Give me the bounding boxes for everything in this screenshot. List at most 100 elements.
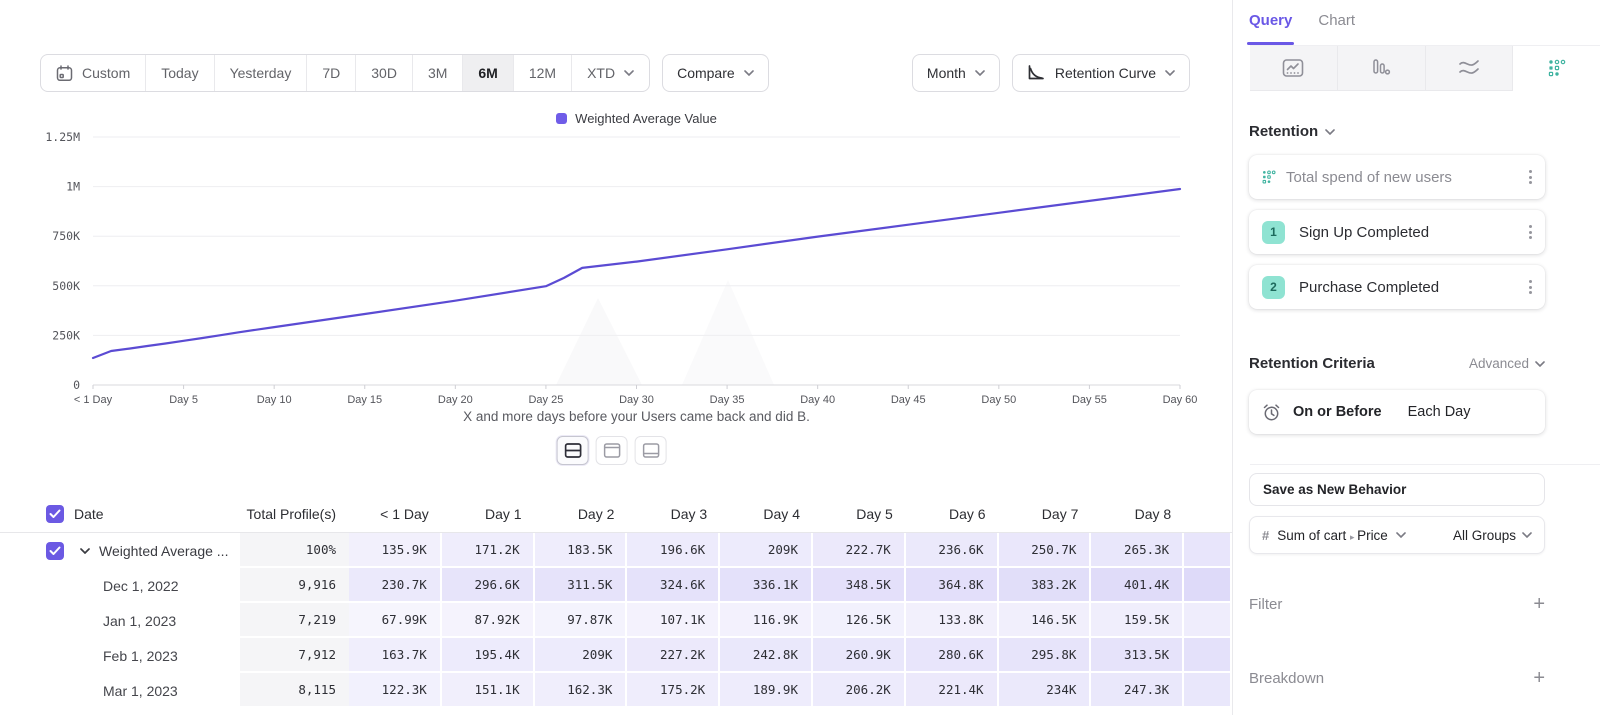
y-axis-tick-label: 1.25M — [45, 130, 80, 144]
date-range-today[interactable]: Today — [146, 55, 214, 91]
total-profiles-cell: 9,916 — [240, 568, 349, 603]
kebab-menu-icon[interactable] — [1529, 170, 1532, 184]
add-breakdown-icon[interactable]: + — [1533, 668, 1545, 688]
y-axis-tick-label: 750K — [52, 229, 80, 243]
table-row[interactable]: Jan 1, 20237,21967.99K87.92K97.87K107.1K… — [0, 603, 1232, 638]
criteria-value-label: Each Day — [1408, 404, 1471, 420]
row-label: Jan 1, 2023 — [103, 613, 176, 629]
value-cell-day-8: 159.5K — [1091, 603, 1184, 638]
measure-property-dropdown[interactable]: Sum of cart ▸ Price — [1277, 528, 1388, 543]
date-range-custom[interactable]: Custom — [41, 55, 146, 91]
date-range-7d[interactable]: 7D — [307, 55, 356, 91]
chart-type-button[interactable]: Retention Curve — [1012, 54, 1190, 92]
value-cell-day-8: 265.3K — [1091, 533, 1184, 568]
breakdown-section: Breakdown + — [1249, 668, 1545, 688]
table-row[interactable]: Mar 1, 20238,115122.3K151.1K162.3K175.2K… — [0, 673, 1232, 708]
date-range-label: 3M — [428, 65, 447, 81]
row-label-cell: Weighted Average ... — [72, 533, 240, 568]
value-cell-day-8: 401.4K — [1091, 568, 1184, 603]
step-number-badge: 2 — [1262, 276, 1285, 299]
all-groups-dropdown[interactable]: All Groups — [1453, 528, 1532, 543]
insights-report-icon[interactable] — [1250, 46, 1338, 91]
measurement-property-row: # Sum of cart ▸ Price All Groups — [1249, 516, 1545, 554]
panel-divider — [1250, 464, 1600, 465]
column-header-day-7: Day 7 — [999, 496, 1092, 532]
chevron-down-icon — [744, 70, 754, 76]
panel-content: Retention Total spend of new users 1 Sig… — [1233, 123, 1600, 688]
chevron-down-icon[interactable] — [80, 548, 90, 554]
value-cell-cutoff — [1184, 638, 1232, 673]
chart-legend-item[interactable]: Weighted Average Value — [93, 111, 1180, 126]
value-cell-day-6: 133.8K — [906, 603, 999, 638]
value-cell-day-4: 189.9K — [720, 673, 813, 708]
watermark-triangle — [556, 298, 642, 385]
x-axis-tick-label: Day 60 — [1163, 394, 1198, 406]
filter-label: Filter — [1249, 596, 1533, 613]
kebab-menu-icon[interactable] — [1529, 280, 1532, 294]
value-cell-day-7: 146.5K — [999, 603, 1092, 638]
value-cell-day-2: 162.3K — [535, 673, 628, 708]
date-range-xtd[interactable]: XTD — [572, 55, 649, 91]
funnels-report-icon[interactable] — [1338, 46, 1426, 91]
table-row[interactable]: Weighted Average ...100%135.9K171.2K183.… — [0, 533, 1232, 568]
add-filter-icon[interactable]: + — [1533, 594, 1545, 614]
x-axis-tick-label: Day 25 — [528, 394, 563, 406]
flows-report-icon[interactable] — [1426, 46, 1514, 91]
x-axis-tick-label: Day 35 — [710, 394, 745, 406]
chart-type-label: Retention Curve — [1055, 65, 1156, 81]
view-toggle-table-only-icon[interactable] — [635, 436, 667, 465]
value-cell-day-3: 324.6K — [627, 568, 720, 603]
criteria-condition-label: On or Before — [1293, 404, 1382, 420]
table-row[interactable]: Feb 1, 20237,912163.7K195.4K209K227.2K24… — [0, 638, 1232, 673]
tab-chart[interactable]: Chart — [1318, 12, 1355, 45]
date-range-6m[interactable]: 6M — [463, 55, 513, 91]
date-range-3m[interactable]: 3M — [413, 55, 463, 91]
date-range-12m[interactable]: 12M — [514, 55, 572, 91]
save-as-new-behavior-button[interactable]: Save as New Behavior — [1249, 473, 1545, 506]
retention-section-header[interactable]: Retention — [1249, 123, 1545, 140]
select-all-checkbox[interactable] — [46, 505, 64, 523]
header-cutoff-cell — [1184, 496, 1232, 532]
column-header-label: Total Profile(s) — [247, 506, 336, 522]
kebab-menu-icon[interactable] — [1529, 225, 1532, 239]
step-event-label: Sign Up Completed — [1299, 224, 1529, 241]
criteria-condition-card[interactable]: On or Before Each Day — [1249, 390, 1545, 434]
date-range-label: 12M — [529, 65, 556, 81]
legend-color-swatch — [556, 113, 567, 124]
app: CustomToday Yesterday 7D 30D 3M 6M 12M XTD Comp… — [0, 0, 1600, 715]
granularity-button[interactable]: Month — [912, 54, 1000, 92]
column-header-label: Day 7 — [1042, 506, 1079, 522]
y-axis-tick-label: 250K — [52, 328, 80, 342]
behavior-title: Total spend of new users — [1286, 169, 1529, 186]
date-range-segmented-control: CustomToday Yesterday 7D 30D 3M 6M 12M XTD — [40, 54, 650, 92]
view-toggle-chart-only-icon[interactable] — [596, 436, 628, 465]
behavior-card[interactable]: Total spend of new users — [1249, 155, 1545, 199]
view-toggle-split-icon[interactable] — [557, 436, 589, 465]
value-cell-day-2: 209K — [535, 638, 628, 673]
column-header-day-8: Day 8 — [1091, 496, 1184, 532]
breadcrumb-arrow-icon: ▸ — [1350, 532, 1357, 542]
value-cell-day-7: 234K — [999, 673, 1092, 708]
value-cell-day-8: 313.5K — [1091, 638, 1184, 673]
retention-section-label: Retention — [1249, 123, 1318, 140]
advanced-label: Advanced — [1469, 356, 1529, 371]
step-row-1[interactable]: 1 Sign Up Completed — [1249, 210, 1545, 254]
value-cell-day-5: 126.5K — [813, 603, 906, 638]
advanced-dropdown[interactable]: Advanced — [1469, 356, 1545, 371]
table-row[interactable]: Dec 1, 20229,916230.7K296.6K311.5K324.6K… — [0, 568, 1232, 603]
value-cell-day-3: 175.2K — [627, 673, 720, 708]
watermark-triangle — [682, 280, 774, 385]
row-label: Feb 1, 2023 — [103, 648, 178, 664]
step-event-label: Purchase Completed — [1299, 279, 1529, 296]
step-row-2[interactable]: 2 Purchase Completed — [1249, 265, 1545, 309]
y-axis-tick-label: 1M — [66, 180, 80, 194]
tab-query[interactable]: Query — [1249, 12, 1292, 45]
date-range-yesterday[interactable]: Yesterday — [215, 55, 308, 91]
date-range-30d[interactable]: 30D — [356, 55, 413, 91]
date-range-label: 30D — [371, 65, 397, 81]
retention-report-icon[interactable] — [1513, 46, 1600, 91]
row-checkbox[interactable] — [46, 542, 64, 560]
date-range-label: Yesterday — [230, 65, 292, 81]
column-header-label: Day 8 — [1135, 506, 1172, 522]
compare-button[interactable]: Compare — [662, 54, 769, 92]
